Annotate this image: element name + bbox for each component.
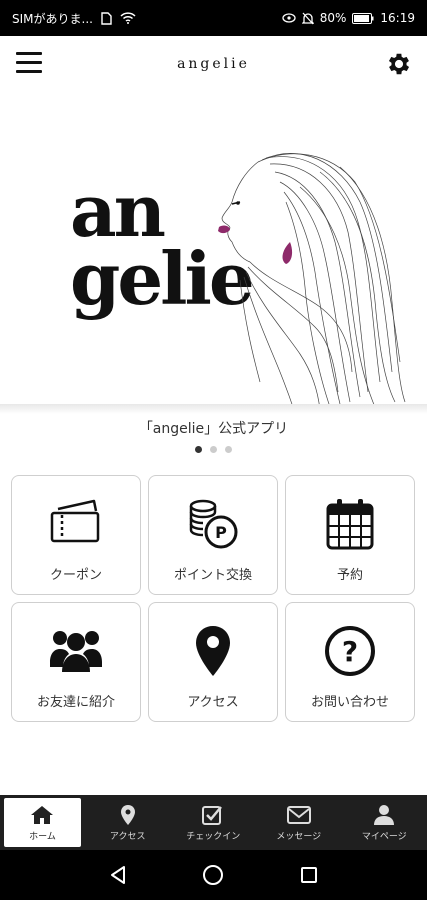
tab-label: マイページ	[361, 831, 407, 842]
map-pin-icon	[116, 804, 140, 826]
carousel-dot[interactable]	[225, 446, 232, 453]
hamburger-menu-icon[interactable]	[16, 52, 42, 76]
eye-icon	[282, 13, 296, 23]
carrier-label: SIMがありま...	[12, 11, 93, 26]
tab-mypage[interactable]: マイページ	[342, 795, 427, 850]
svg-text:?: ?	[342, 635, 358, 668]
tab-label: メッセージ	[276, 831, 322, 842]
carousel-indicator	[0, 446, 427, 453]
battery-percent: 80%	[319, 11, 347, 25]
map-pin-icon	[185, 623, 241, 679]
coupon-tile[interactable]: クーポン	[11, 475, 141, 595]
calendar-icon	[322, 496, 378, 552]
ticket-icon	[48, 496, 104, 552]
checkin-icon	[201, 804, 225, 826]
back-icon[interactable]	[103, 860, 133, 890]
carousel-dot[interactable]	[210, 446, 217, 453]
mute-bell-icon	[301, 12, 314, 25]
question-icon: ?	[322, 623, 378, 679]
hero-banner[interactable]: an gelie	[0, 92, 427, 410]
tab-message[interactable]: メッセージ	[256, 795, 342, 850]
tile-label: お友達に紹介	[36, 695, 115, 710]
user-icon	[372, 804, 396, 826]
woman-illustration	[218, 152, 406, 410]
tab-checkin[interactable]: チェックイン	[170, 795, 256, 850]
point-exchange-tile[interactable]: P ポイント交換	[148, 475, 278, 595]
refer-friend-tile[interactable]: お友達に紹介	[11, 602, 141, 722]
wifi-icon	[120, 12, 136, 24]
users-icon	[48, 623, 104, 679]
recents-square-icon[interactable]	[294, 860, 324, 890]
menu-grid: クーポン P ポイント交換 予約 お友達に紹介 アクセス ? お問い合わせ	[11, 475, 417, 722]
tile-label: ポイント交換	[173, 568, 252, 583]
app-header: angelie	[0, 36, 427, 92]
sim-card-icon	[101, 11, 112, 25]
carousel-dot[interactable]	[195, 446, 202, 453]
access-tile[interactable]: アクセス	[148, 602, 278, 722]
reservation-tile[interactable]: 予約	[285, 475, 415, 595]
coins-icon: P	[185, 496, 241, 552]
tile-label: アクセス	[187, 695, 239, 710]
tab-label: チェックイン	[186, 831, 241, 842]
clock: 16:19	[380, 11, 415, 25]
svg-text:P: P	[215, 523, 227, 542]
contact-tile[interactable]: ? お問い合わせ	[285, 602, 415, 722]
mail-icon	[286, 804, 311, 826]
tab-label: アクセス	[109, 831, 146, 842]
hero-divider	[0, 404, 427, 414]
system-nav-bar	[0, 850, 427, 900]
home-icon	[30, 804, 54, 826]
tab-home[interactable]: ホーム	[4, 798, 81, 847]
battery-icon	[352, 12, 374, 24]
status-bar: SIMがありま... 80% 16:19	[0, 0, 427, 36]
home-circle-icon[interactable]	[198, 860, 228, 890]
bottom-tab-bar: ホーム アクセス チェックイン メッセージ マイページ	[0, 795, 427, 850]
app-title: angelie	[177, 56, 250, 72]
hero-caption: 「angelie」公式アプリ	[138, 421, 289, 437]
tile-label: クーポン	[49, 568, 102, 583]
tab-label: ホーム	[29, 831, 56, 842]
gear-icon[interactable]	[385, 50, 413, 78]
tile-label: 予約	[336, 568, 363, 583]
tile-label: お問い合わせ	[310, 695, 389, 710]
tab-access[interactable]: アクセス	[85, 795, 171, 850]
